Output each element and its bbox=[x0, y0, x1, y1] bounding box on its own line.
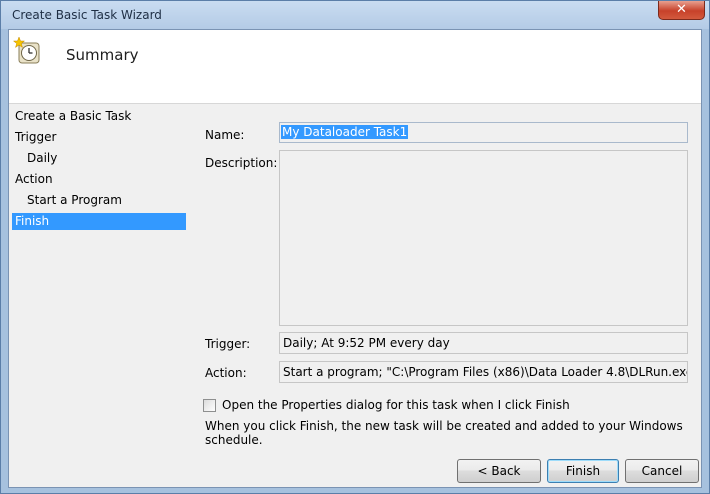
description-label: Description: bbox=[205, 156, 278, 170]
trigger-label: Trigger: bbox=[205, 337, 251, 351]
wizard-header: Summary bbox=[9, 30, 701, 104]
nav-step-daily[interactable]: Daily bbox=[12, 150, 186, 167]
action-label: Action: bbox=[205, 366, 247, 380]
nav-step-trigger[interactable]: Trigger bbox=[12, 129, 186, 146]
nav-step-action[interactable]: Action bbox=[12, 171, 186, 188]
window-title: Create Basic Task Wizard bbox=[12, 8, 162, 22]
nav-step-start-program[interactable]: Start a Program bbox=[12, 192, 186, 209]
description-field[interactable] bbox=[279, 150, 688, 326]
title-bar[interactable]: Create Basic Task Wizard ✕ bbox=[1, 1, 709, 29]
name-label: Name: bbox=[205, 128, 245, 142]
wizard-client-area: Summary Create a Basic Task Trigger Dail… bbox=[8, 29, 702, 488]
nav-step-create-basic-task[interactable]: Create a Basic Task bbox=[12, 108, 186, 125]
clock-icon bbox=[13, 36, 40, 64]
page-title: Summary bbox=[66, 46, 139, 64]
open-properties-checkbox[interactable] bbox=[203, 399, 216, 412]
close-icon: ✕ bbox=[676, 2, 687, 17]
close-button[interactable]: ✕ bbox=[658, 1, 705, 20]
wizard-window: Create Basic Task Wizard ✕ Summary Creat… bbox=[0, 0, 710, 494]
open-properties-label[interactable]: Open the Properties dialog for this task… bbox=[222, 398, 570, 412]
trigger-value: Daily; At 9:52 PM every day bbox=[279, 332, 688, 354]
finish-button[interactable]: Finish bbox=[547, 459, 619, 483]
name-value: My Dataloader Task1 bbox=[281, 125, 409, 139]
action-value: Start a program; "C:\Program Files (x86)… bbox=[279, 361, 688, 383]
name-field[interactable]: My Dataloader Task1 bbox=[279, 122, 688, 143]
cancel-button[interactable]: Cancel bbox=[625, 459, 699, 483]
finish-info-text: When you click Finish, the new task will… bbox=[205, 419, 683, 447]
back-button[interactable]: < Back bbox=[457, 459, 541, 483]
nav-step-finish[interactable]: Finish bbox=[12, 213, 186, 230]
